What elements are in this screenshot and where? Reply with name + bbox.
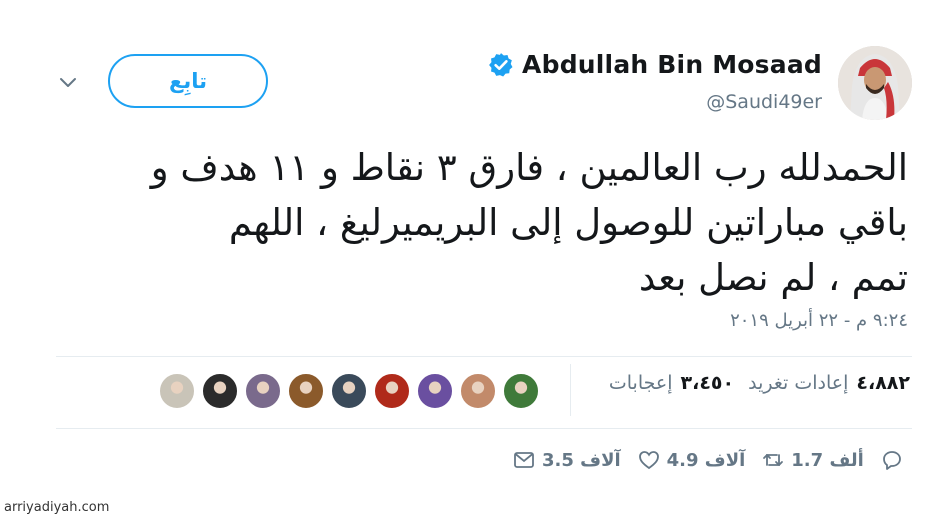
tweet-stats: ٤،٨٨٢ إعادات تغريد ٣،٤٥٠ إعجابات — [595, 372, 910, 394]
tweet-line: باقي مباراتين للوصول إلى البريميرليغ ، ا… — [228, 201, 908, 244]
like-count: 3.5 آلاف — [542, 449, 621, 471]
liker-avatar[interactable] — [373, 372, 411, 410]
retweets-count[interactable]: ٤،٨٨٢ — [856, 372, 910, 394]
author-handle[interactable]: @Saudi49er — [706, 91, 822, 113]
author-name-row[interactable]: Abdullah Bin Mosaad — [488, 50, 822, 79]
reply-action[interactable] — [880, 448, 910, 472]
divider — [56, 428, 912, 429]
liker-avatar[interactable] — [330, 372, 368, 410]
retweet-count: 4.9 آلاف — [666, 449, 746, 471]
liker-avatar[interactable] — [201, 372, 239, 410]
envelope-icon — [514, 452, 534, 468]
tweet-text: الحمدلله رب العالمين ، فارق ٣ نقاط و ١١ … — [48, 140, 908, 305]
tweet-line: الحمدلله رب العالمين ، فارق ٣ نقاط و ١١ … — [150, 146, 908, 189]
chevron-down-icon[interactable] — [56, 70, 80, 94]
reply-count: 1.7 ألف — [791, 449, 864, 471]
likes-count[interactable]: ٣،٤٥٠ — [681, 372, 735, 394]
follow-button[interactable]: تابِع — [108, 54, 268, 108]
liker-avatar[interactable] — [459, 372, 497, 410]
retweets-label[interactable]: إعادات تغريد — [748, 372, 848, 394]
tweet-line: تمم ، لم نصل بعد — [638, 256, 908, 299]
tweet-actions: 3.5 آلاف 4.9 آلاف 1.7 ألف — [512, 448, 926, 472]
tweet-card: Abdullah Bin Mosaad @Saudi49er تابِع الح… — [0, 0, 950, 518]
divider — [56, 356, 912, 357]
liker-avatar[interactable] — [287, 372, 325, 410]
watermark: arriyadiyah.com — [4, 500, 110, 515]
reply-icon — [882, 451, 901, 470]
liker-avatar[interactable] — [502, 372, 540, 410]
author-display-name: Abdullah Bin Mosaad — [522, 50, 822, 79]
liker-avatar[interactable] — [244, 372, 282, 410]
heart-icon — [638, 451, 659, 470]
avatar[interactable] — [838, 46, 912, 120]
likes-label[interactable]: إعجابات — [609, 372, 673, 394]
retweet-action[interactable]: 1.7 ألف — [761, 448, 864, 472]
avatar-image — [838, 46, 912, 120]
retweet-icon — [763, 454, 784, 466]
stats-separator — [570, 364, 571, 416]
verified-badge-icon — [489, 52, 513, 76]
tweet-timestamp[interactable]: ٩:٢٤ م - ٢٢ أبريل ٢٠١٩ — [730, 310, 908, 331]
message-action[interactable]: 3.5 آلاف — [512, 448, 621, 472]
liker-avatars — [158, 372, 545, 410]
like-action[interactable]: 4.9 آلاف — [637, 448, 746, 472]
liker-avatar[interactable] — [416, 372, 454, 410]
liker-avatar[interactable] — [158, 372, 196, 410]
